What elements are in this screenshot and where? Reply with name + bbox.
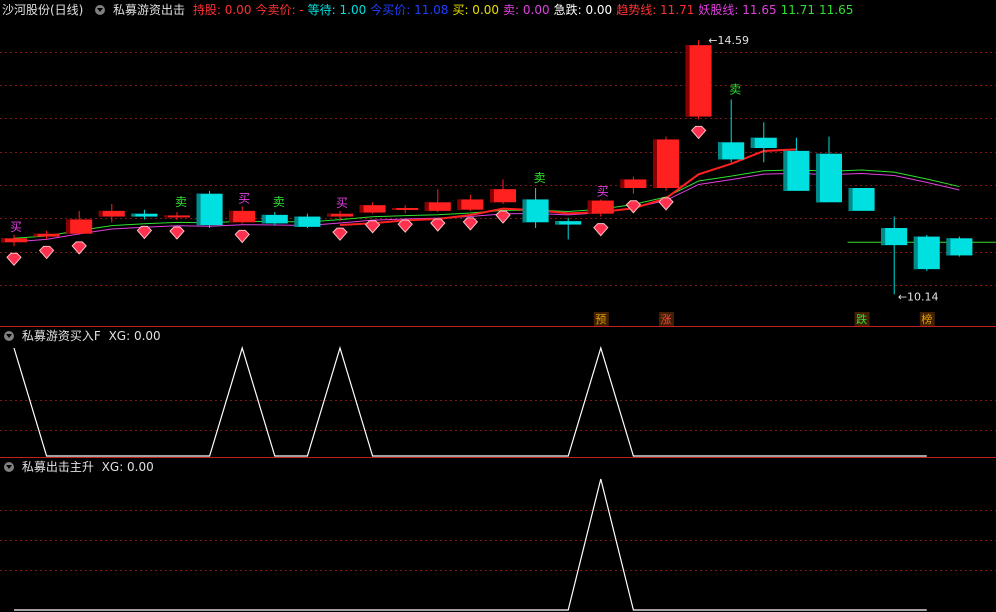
indicator-field-7: 趋势线: 11.71 xyxy=(616,3,695,17)
candle-shade xyxy=(587,200,592,214)
panel3-value: XG: 0.00 xyxy=(101,460,154,474)
diamond-icon xyxy=(658,197,674,211)
panel3-title: 私募出击主升 xyxy=(21,460,94,474)
candle-shade xyxy=(653,139,657,188)
panel3-header: 私募出击主升 XG: 0.00 xyxy=(0,457,158,477)
candle-shade xyxy=(196,193,201,226)
diamond-icon xyxy=(38,245,55,260)
diamond-icon xyxy=(71,241,87,255)
candle-shade xyxy=(1,238,5,243)
diamond-icon xyxy=(625,200,642,214)
candle-shade xyxy=(33,233,38,237)
sell-marker: 卖 xyxy=(534,171,546,185)
stock-chart[interactable]: 买买 买买卖 卖卖卖←14.59←10.14预涨跌榜 xyxy=(0,0,996,612)
sell-marker: 卖 xyxy=(273,195,285,209)
indicator-values: 持股: 0.00 今卖价: - 等待: 1.00 今买价: 11.08 买: 0.00 卖… xyxy=(193,3,857,17)
diamond-icon xyxy=(364,220,381,234)
sell-marker: 卖 xyxy=(729,82,741,96)
panel2-signal-line xyxy=(13,345,927,457)
candle-shade xyxy=(522,199,527,223)
dropdown-icon[interactable] xyxy=(4,462,14,472)
candle-shade xyxy=(229,210,234,223)
indicator-field-3: 今买价: 11.08 xyxy=(370,3,449,17)
indicator-field-5: 卖: 0.00 xyxy=(503,3,550,17)
candle-shade xyxy=(131,213,136,217)
candle-shade xyxy=(490,189,494,203)
diamond-icon xyxy=(397,219,413,233)
indicator-field-4: 买: 0.00 xyxy=(452,3,500,17)
candle-shade xyxy=(392,208,397,210)
candle-shade xyxy=(424,202,429,211)
diamond-icon xyxy=(495,210,511,224)
candle-shade xyxy=(685,45,690,117)
diamond-icon xyxy=(430,218,446,232)
diamond-icon xyxy=(6,252,22,267)
candle-shade xyxy=(66,219,71,234)
candle-shade xyxy=(816,153,820,203)
trend-line xyxy=(339,148,797,226)
candle-shade xyxy=(98,210,103,217)
indicator-field-9: 11.71 xyxy=(780,3,815,17)
candle-shade xyxy=(327,213,331,217)
buy-marker: 买 xyxy=(238,191,250,205)
stock-title: 沙河股份(日线) xyxy=(2,3,84,17)
indicator-name: 私募游资出击 xyxy=(113,3,186,17)
event-tag: 预 xyxy=(595,313,606,326)
event-tag: 榜 xyxy=(921,312,932,326)
candle-shade xyxy=(750,137,755,148)
high-price-label: ←14.59 xyxy=(708,34,749,47)
diamond-icon xyxy=(136,225,153,240)
diamond-icon xyxy=(234,229,250,244)
panel2-title: 私募游资买入F xyxy=(21,329,101,343)
candle-shade xyxy=(620,179,625,188)
dropdown-icon[interactable] xyxy=(4,331,14,341)
indicator-field-0: 持股: 0.00 xyxy=(192,3,252,17)
sell-marker: 卖 xyxy=(175,195,187,209)
panel3-signal-line xyxy=(14,478,927,611)
candle-shade xyxy=(457,199,462,210)
buy-marker: 买 xyxy=(597,184,609,198)
candle-shade xyxy=(718,142,723,160)
candle-shade xyxy=(946,238,951,256)
candle-shade xyxy=(555,221,560,225)
diamond-icon xyxy=(593,223,609,237)
buy-marker: 买 xyxy=(336,196,348,210)
diamond-icon xyxy=(462,217,479,231)
panel2-header: 私募游资买入F XG: 0.00 xyxy=(0,326,165,346)
candle-shade xyxy=(359,205,364,213)
indicator-field-1: 今卖价: - xyxy=(255,3,304,17)
panel2-value: XG: 0.00 xyxy=(108,329,161,343)
candle-shade xyxy=(164,215,168,218)
candle-shade xyxy=(848,188,853,211)
event-tag: 跌 xyxy=(856,312,867,326)
indicator-field-2: 等待: 1.00 xyxy=(307,3,367,17)
candle-shade xyxy=(294,216,299,227)
dropdown-icon[interactable] xyxy=(95,5,106,15)
indicator-field-6: 急跌: 0.00 xyxy=(553,3,613,17)
diamond-icon xyxy=(169,226,185,240)
candle-shade xyxy=(783,150,788,191)
candle-shade xyxy=(881,228,886,246)
main-panel-header: 沙河股份(日线) 私募游资出击 持股: 0.00 今卖价: - 等待: 1.00 今买… xyxy=(2,0,861,20)
candle-shade xyxy=(261,214,266,224)
diamond-icon xyxy=(332,227,348,241)
event-tag: 涨 xyxy=(661,313,672,326)
indicator-field-10: 11.65 xyxy=(818,3,854,17)
low-price-label: ←10.14 xyxy=(898,290,939,303)
candle-shade xyxy=(913,236,918,270)
buy-marker: 买 xyxy=(10,220,22,234)
indicator-field-8: 妖股线: 11.65 xyxy=(698,3,777,17)
diamond-icon xyxy=(690,125,707,140)
